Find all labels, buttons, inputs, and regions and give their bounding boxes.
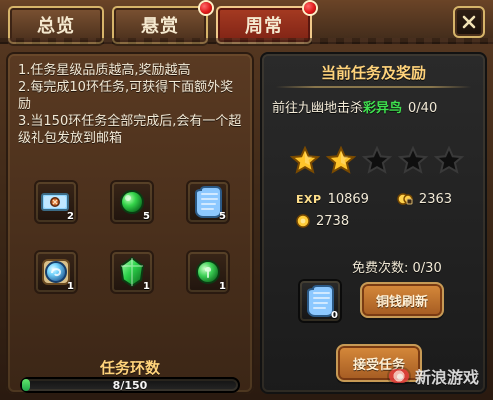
free-refresh-label: 免费次数:	[352, 261, 409, 276]
green-orb-icon	[120, 190, 144, 214]
coin-reward: 2363	[397, 192, 452, 207]
reward-slot[interactable]: 5	[110, 180, 154, 224]
reward-slot[interactable]: 1	[186, 250, 230, 294]
reward-qty: 1	[219, 281, 226, 292]
sina-games-watermark: 新浪游戏	[388, 364, 479, 388]
reward-row-2: 2738	[296, 210, 477, 232]
tabbar: 总览 悬赏 周常	[8, 2, 316, 44]
tab-weekly[interactable]: 周常	[216, 2, 316, 44]
coin-lock-icon	[397, 193, 413, 205]
reward-qty: 1	[67, 281, 74, 292]
objective-count: 0/40	[408, 101, 438, 116]
notification-dot-icon	[200, 2, 212, 14]
star-empty-icon	[434, 146, 464, 174]
weekly-info-panel: 1.任务星级品质越高,奖励越高 2.每完成10环任务,可获得下面额外奖励 3.当…	[6, 52, 254, 394]
rules-text: 1.任务星级品质越高,奖励越高 2.每完成10环任务,可获得下面额外奖励 3.当…	[18, 62, 244, 147]
tab-bounty-label: 悬赏	[141, 16, 179, 37]
exp-label: EXP	[296, 192, 322, 206]
star-filled-icon	[290, 146, 320, 174]
exp-reward: EXP 10869	[296, 192, 369, 207]
reward-slot[interactable]: 1	[110, 250, 154, 294]
task-objective: 前往九幽地击杀彩异鸟 0/40	[272, 97, 477, 116]
copper-refresh-button[interactable]: 铜钱刷新	[360, 282, 444, 318]
copper-coin-icon	[296, 214, 310, 228]
current-task-title: 当前任务及奖励	[320, 64, 426, 82]
loop-progress-bar: 8/150	[20, 377, 240, 393]
free-refresh-value: 0/30	[412, 261, 442, 276]
tab-weekly-label: 周常	[245, 16, 283, 37]
reward-slot[interactable]: 1	[34, 250, 78, 294]
header-bar: 总览 悬赏 周常	[0, 0, 493, 44]
exp-value: 10869	[327, 191, 369, 207]
reward-slot[interactable]: 2	[34, 180, 78, 224]
rule-line: 2.每完成10环任务,可获得下面额外奖励	[18, 80, 234, 112]
rule-line: 3.当150环任务全部完成后,会有一个超级礼包发放到邮箱	[18, 114, 242, 146]
task-star-rating	[290, 146, 464, 176]
progress-text: 8/150	[112, 378, 148, 392]
current-task-panel: 当前任务及奖励 前往九幽地击杀彩异鸟 0/40 EXP 10869 2363 2…	[260, 52, 487, 394]
watermark-text: 新浪游戏	[414, 368, 479, 387]
title-divider	[276, 86, 471, 88]
star-filled-icon	[326, 146, 356, 174]
reward-qty: 1	[143, 281, 150, 292]
reward-qty: 2	[67, 211, 74, 222]
star-empty-icon	[398, 146, 428, 174]
reward-row-1: EXP 10869 2363	[296, 188, 477, 210]
reward-slot[interactable]: 5	[186, 180, 230, 224]
scroll-icon	[195, 186, 222, 218]
copper-refresh-label: 铜钱刷新	[375, 294, 428, 310]
tab-overview-label: 总览	[37, 16, 75, 37]
tab-bounty[interactable]: 悬赏	[112, 2, 212, 44]
tab-overview[interactable]: 总览	[8, 6, 104, 44]
reward-qty: 5	[219, 211, 226, 222]
rule-line: 1.任务星级品质越高,奖励越高	[18, 63, 191, 78]
game-window: 总览 悬赏 周常 1.任务星级品质越高,奖励越高 2.每完成10环任务,可获得下…	[0, 0, 493, 400]
card-icon	[41, 193, 69, 211]
objective-prefix: 前往九幽地击杀	[272, 101, 364, 116]
objective-target[interactable]: 彩异鸟	[363, 101, 402, 116]
copper-value: 2738	[316, 213, 350, 229]
close-icon	[462, 15, 476, 29]
reward-qty: 5	[143, 211, 150, 222]
notification-dot-icon	[304, 2, 316, 14]
copper-reward: 2738	[296, 214, 349, 229]
coin-value: 2363	[418, 191, 453, 207]
extra-rewards-grid: 2 5 5 1 1 1	[26, 180, 231, 350]
scroll-qty: 0	[331, 310, 338, 321]
free-refresh-times: 免费次数: 0/30	[352, 257, 442, 276]
sina-logo-icon	[388, 369, 409, 383]
refresh-scroll-slot[interactable]: 0	[298, 279, 342, 323]
star-empty-icon	[362, 146, 392, 174]
clover-orb-icon	[196, 260, 220, 284]
scroll-icon	[307, 285, 334, 317]
close-button[interactable]	[453, 6, 485, 38]
task-rewards: EXP 10869 2363 2738	[296, 188, 477, 232]
progress-title: 任务环数	[99, 359, 160, 377]
